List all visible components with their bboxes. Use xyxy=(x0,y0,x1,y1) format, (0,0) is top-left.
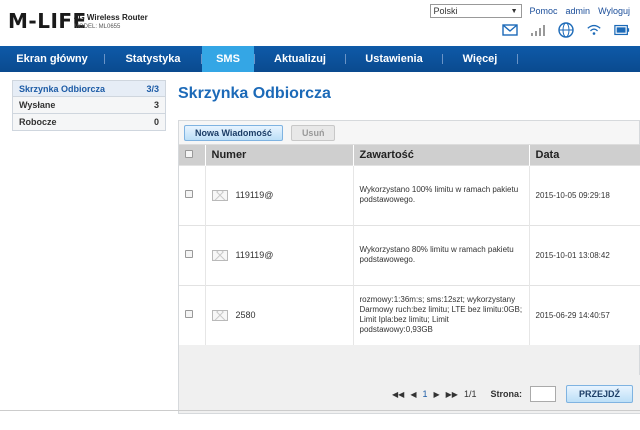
nav-ustawienia[interactable]: Ustawienia xyxy=(346,46,442,72)
prev-page-icon[interactable]: ◀ xyxy=(410,390,416,399)
sidebar-item-label: Robocze xyxy=(19,117,57,127)
nav-ekran-glowny[interactable]: Ekran główny xyxy=(0,46,104,72)
product-model: MODEL: ML0655 xyxy=(74,24,121,30)
next-page-icon[interactable]: ▶ xyxy=(434,390,440,399)
select-all-checkbox[interactable] xyxy=(185,149,193,158)
message-date: 2015-10-05 09:29:18 xyxy=(529,164,640,225)
top-right-links: Polski ▼ Pomoc admin Wyloguj xyxy=(429,4,630,18)
message-content: rozmowy:1:36m:s; sms:12szt; wykorzystany… xyxy=(353,284,530,345)
row-checkbox[interactable] xyxy=(185,310,193,319)
header-checkbox-cell xyxy=(179,145,206,165)
message-date: 2015-06-29 14:40:57 xyxy=(529,284,640,345)
new-message-button[interactable]: Nowa Wiadomość xyxy=(184,124,283,141)
table-row[interactable]: 2580 rozmowy:1:36m:s; sms:12szt; wykorzy… xyxy=(179,284,640,345)
sidebar-item-sent[interactable]: Wysłane 3 xyxy=(12,97,166,114)
nav-sms[interactable]: SMS xyxy=(202,46,254,72)
chevron-down-icon: ▼ xyxy=(510,7,518,15)
sidebar-item-count: 3 xyxy=(153,100,159,110)
message-number: 119119@ xyxy=(235,190,274,200)
column-header-date[interactable]: Data xyxy=(529,145,640,165)
product-title: 4G Wireless Router xyxy=(74,13,148,22)
table-row[interactable]: 119119@ Wykorzystano 80% limitu w ramach… xyxy=(179,224,640,285)
table-row[interactable]: 119119@ Wykorzystano 100% limitu w ramac… xyxy=(179,164,640,225)
message-number: 119119@ xyxy=(235,250,274,260)
row-checkbox-cell xyxy=(179,284,206,345)
column-header-number[interactable]: Numer xyxy=(205,145,354,165)
envelope-icon xyxy=(211,189,228,201)
inbox-panel: Nowa Wiadomość Usuń Numer Zawartość Data xyxy=(178,120,640,414)
status-icons xyxy=(502,22,630,38)
messages-table: Numer Zawartość Data 119119@ Wykorzystan… xyxy=(179,145,640,345)
sidebar-item-drafts[interactable]: Robocze 0 xyxy=(12,114,166,131)
main-nav: Ekran główny Statystyka SMS Aktualizuj U… xyxy=(0,46,640,72)
message-number: 2580 xyxy=(235,310,256,321)
footer-divider xyxy=(0,410,640,411)
sidebar-item-count: 3/3 xyxy=(146,83,159,94)
row-checkbox[interactable] xyxy=(185,190,193,198)
message-date: 2015-10-01 13:08:42 xyxy=(529,224,640,285)
last-page-icon[interactable]: ▶▶ xyxy=(446,390,458,399)
envelope-icon xyxy=(211,309,228,321)
delete-button[interactable]: Usuń xyxy=(290,124,336,141)
user-link[interactable]: admin xyxy=(566,6,591,16)
signal-strength-icon xyxy=(530,22,546,38)
page-info: 1/1 xyxy=(463,389,477,399)
nav-separator xyxy=(517,54,518,64)
sidebar-item-label: Wysłane xyxy=(19,100,56,110)
sidebar-item-label: Skrzynka Odbiorcza xyxy=(19,83,106,94)
row-checkbox-cell xyxy=(179,224,206,285)
language-select[interactable]: Polski ▼ xyxy=(429,4,522,18)
column-header-content[interactable]: Zawartość xyxy=(353,145,530,165)
battery-icon xyxy=(614,22,630,38)
header: M-LIFE 4G Wireless Router MODEL: ML0655 … xyxy=(0,0,640,44)
row-checkbox[interactable] xyxy=(185,250,193,258)
help-link[interactable]: Pomoc xyxy=(530,6,558,16)
main-content: Skrzynka Odbiorcza Nowa Wiadomość Usuń N… xyxy=(178,84,640,414)
wifi-icon xyxy=(586,22,602,38)
language-value: Polski xyxy=(433,6,458,16)
page-number-input[interactable] xyxy=(529,386,556,402)
number-cell: 119119@ xyxy=(205,164,354,225)
go-button[interactable]: PRZEJDŹ xyxy=(565,385,633,403)
inbox-toolbar: Nowa Wiadomość Usuń xyxy=(179,121,639,145)
number-cell: 2580 xyxy=(205,284,354,345)
sidebar-item-inbox[interactable]: Skrzynka Odbiorcza 3/3 xyxy=(12,80,166,97)
number-cell: 119119@ xyxy=(205,224,354,285)
sidebar-item-count: 0 xyxy=(153,117,159,127)
current-page-link[interactable]: 1 xyxy=(422,389,427,399)
page-label: Strona: xyxy=(490,389,522,399)
row-checkbox-cell xyxy=(179,164,206,225)
sms-sidebar: Skrzynka Odbiorcza 3/3 Wysłane 3 Robocze… xyxy=(12,80,166,131)
logout-link[interactable]: Wyloguj xyxy=(598,6,630,16)
envelope-icon xyxy=(211,249,228,261)
nav-aktualizuj[interactable]: Aktualizuj xyxy=(255,46,345,72)
first-page-icon[interactable]: ◀◀ xyxy=(392,390,404,399)
envelope-icon[interactable] xyxy=(502,22,518,38)
globe-icon xyxy=(558,22,574,38)
page-title: Skrzynka Odbiorcza xyxy=(178,85,331,102)
nav-wiecej[interactable]: Więcej xyxy=(443,46,517,72)
product-info: 4G Wireless Router MODEL: ML0655 xyxy=(74,13,148,32)
nav-statystyka[interactable]: Statystyka xyxy=(105,46,201,72)
pagination: ◀◀ ◀ 1 ▶ ▶▶ 1/1 Strona: PRZEJDŹ xyxy=(179,375,640,413)
message-content: Wykorzystano 100% limitu w ramach pakiet… xyxy=(353,164,530,225)
message-content: Wykorzystano 80% limitu w ramach pakietu… xyxy=(353,224,530,285)
table-header-row: Numer Zawartość Data xyxy=(179,145,640,165)
